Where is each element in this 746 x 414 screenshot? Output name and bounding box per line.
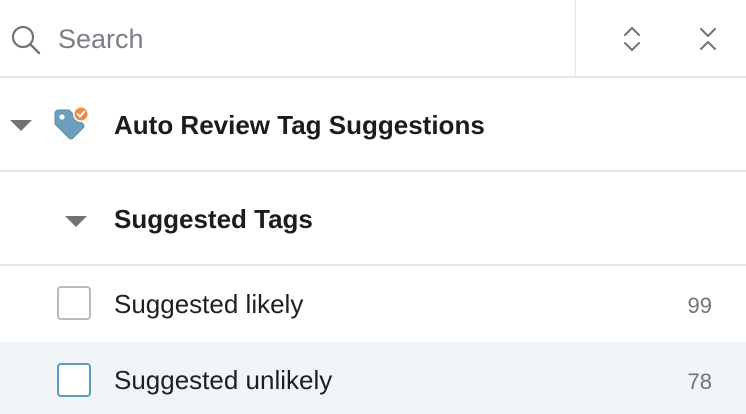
chevrons-collapse-icon [700,28,716,50]
tag-item-count: 99 [687,293,712,318]
chevrons-expand-icon [624,27,640,51]
tag-check-icon [54,106,89,140]
tree-item-row[interactable]: Suggested likely 99 [0,266,746,342]
tag-item-label: Suggested unlikely [114,365,333,395]
caret-down-icon[interactable] [10,120,32,131]
search-input[interactable] [58,18,558,60]
tag-item-count: 78 [687,369,712,394]
collapse-all-button[interactable] [686,18,730,60]
expand-all-button[interactable] [610,18,654,60]
search-icon [11,25,41,55]
tree-item-row[interactable]: Suggested unlikely 78 [0,342,746,414]
tag-checkbox[interactable] [57,286,91,320]
tree-group-row[interactable]: Auto Review Tag Suggestions [0,78,746,172]
group-label: Auto Review Tag Suggestions [114,110,485,140]
tag-tree-panel: Auto Review Tag Suggestions Suggested Ta… [0,0,746,414]
tag-checkbox[interactable] [57,363,91,397]
caret-down-icon[interactable] [65,216,87,227]
tree-subgroup-row[interactable]: Suggested Tags [0,172,746,266]
tag-item-label: Suggested likely [114,289,304,319]
search-divider [575,0,576,76]
subgroup-label: Suggested Tags [114,204,313,234]
search-bar [0,0,746,78]
